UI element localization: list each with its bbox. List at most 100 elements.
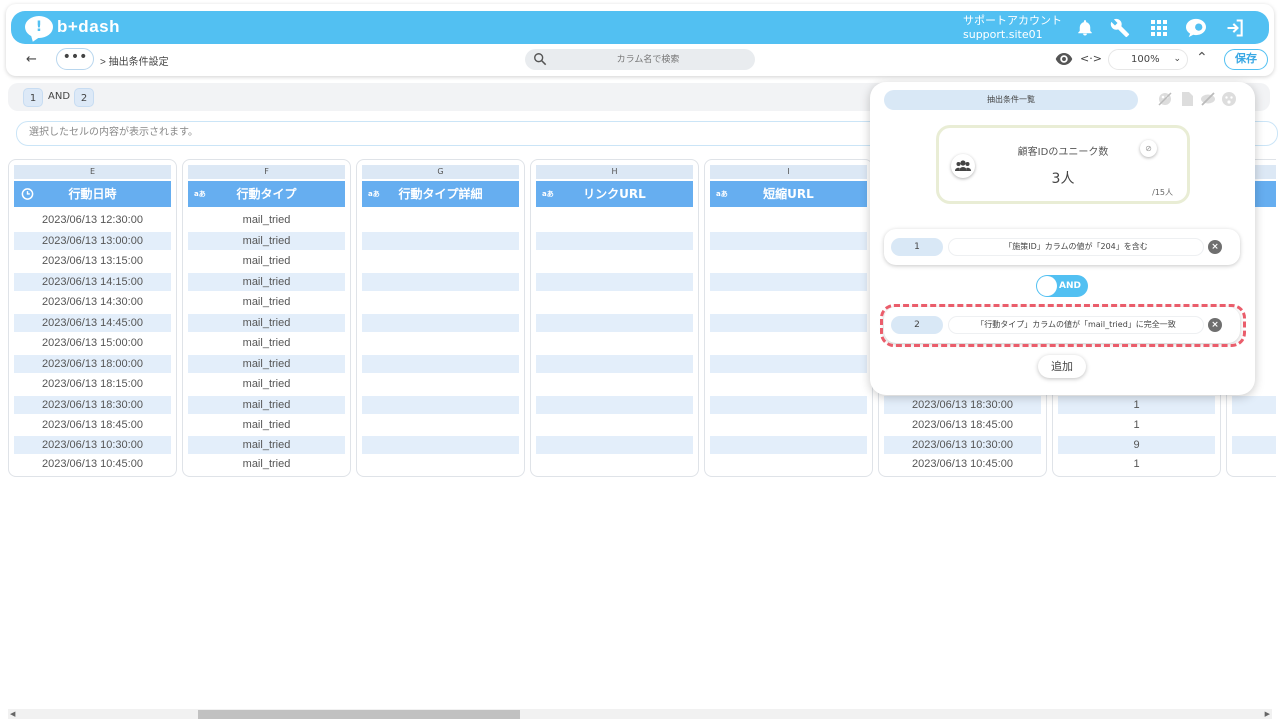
table-cell[interactable] [536, 314, 693, 332]
table-cell[interactable]: mail_tried [188, 314, 345, 332]
table-cell[interactable]: 2023/06/13 15:00:00 [14, 334, 171, 352]
zoom-select[interactable]: 100% ⌄ [1108, 49, 1188, 70]
table-cell[interactable] [536, 232, 693, 250]
table-cell[interactable]: mail_tried [188, 293, 345, 311]
table-cell[interactable]: mail_tried [188, 355, 345, 373]
table-cell[interactable]: 1 [1058, 455, 1215, 473]
table-cell[interactable]: mail_tried [188, 436, 345, 454]
column-header[interactable]: 行動日時 [14, 181, 171, 207]
column-g: G aあ 行動タイプ詳細 [356, 159, 525, 477]
table-cell[interactable] [536, 436, 693, 454]
table-cell[interactable]: 2023/06/13 18:30:00 [14, 396, 171, 414]
face-icon[interactable] [1221, 91, 1237, 107]
palette-icon[interactable] [1157, 91, 1173, 107]
table-cell[interactable] [536, 396, 693, 414]
condition-chip-2[interactable]: 2 [74, 88, 94, 107]
table-cell[interactable]: 2023/06/13 18:15:00 [14, 375, 171, 393]
table-cell[interactable]: 1 [1058, 416, 1215, 434]
eye-icon[interactable] [1055, 51, 1073, 67]
logout-icon[interactable] [1223, 16, 1247, 40]
table-cell[interactable]: mail_tried [188, 232, 345, 250]
table-cell[interactable]: mail_tried [188, 211, 345, 229]
column-letter[interactable]: E [14, 165, 171, 179]
table-cell[interactable]: 2023/06/13 18:45:00 [884, 416, 1041, 434]
table-cell[interactable]: 2023/06/13 14:30:00 [14, 293, 171, 311]
scroll-left-icon[interactable]: ◀ [10, 709, 15, 719]
grid-menu-icon[interactable] [1147, 16, 1171, 40]
conditions-list-tab[interactable]: 抽出条件一覧 [884, 90, 1138, 110]
table-cell[interactable]: 2023/06/13 10:45:00 [14, 455, 171, 473]
table-cell[interactable] [1232, 436, 1276, 454]
search-input[interactable] [553, 51, 743, 68]
column-letter[interactable]: G [362, 165, 519, 179]
column-header[interactable]: aあ 行動タイプ [188, 181, 345, 207]
table-cell[interactable] [362, 355, 519, 373]
table-cell[interactable]: 2023/06/13 13:00:00 [14, 232, 171, 250]
highlight-annotation [880, 304, 1246, 347]
column-letter[interactable]: I [710, 165, 867, 179]
table-cell[interactable] [362, 436, 519, 454]
column-header[interactable]: aあ 行動タイプ詳細 [362, 181, 519, 207]
table-cell[interactable] [710, 273, 867, 291]
table-cell[interactable]: mail_tried [188, 396, 345, 414]
table-cell[interactable] [536, 273, 693, 291]
account-info[interactable]: サポートアカウント support.site01 [963, 14, 1062, 42]
table-cell[interactable]: 9 [1058, 436, 1215, 454]
table-cell[interactable]: 1 [1058, 396, 1215, 414]
table-cell[interactable]: mail_tried [188, 416, 345, 434]
table-cell[interactable] [710, 355, 867, 373]
and-or-toggle[interactable]: AND [1036, 275, 1088, 297]
table-cell[interactable]: mail_tried [188, 375, 345, 393]
table-cell[interactable]: 2023/06/13 12:30:00 [14, 211, 171, 229]
table-cell[interactable]: 2023/06/13 14:15:00 [14, 273, 171, 291]
add-condition-button[interactable]: 追加 [1038, 355, 1086, 378]
remove-condition-icon[interactable]: × [1208, 240, 1222, 254]
bell-icon[interactable] [1073, 16, 1097, 40]
column-letter[interactable]: H [536, 165, 693, 179]
condition-text[interactable]: 「施策ID」カラムの値が「204」を含む [948, 238, 1204, 256]
condition-card-1[interactable]: 1 「施策ID」カラムの値が「204」を含む × [884, 229, 1240, 265]
table-cell[interactable] [362, 232, 519, 250]
save-button[interactable]: 保存 [1224, 49, 1268, 70]
table-cell[interactable] [710, 314, 867, 332]
table-cell[interactable] [362, 314, 519, 332]
chat-support-icon[interactable] [1184, 16, 1208, 40]
horizontal-scrollbar[interactable]: ◀ ▶ [8, 709, 1272, 719]
table-cell[interactable]: 2023/06/13 10:30:00 [14, 436, 171, 454]
table-cell[interactable]: 2023/06/13 18:45:00 [14, 416, 171, 434]
table-cell[interactable]: mail_tried [188, 252, 345, 270]
wrench-icon[interactable] [1108, 16, 1132, 40]
column-header[interactable]: aあ 短縮URL [710, 181, 867, 207]
back-button[interactable]: ← [26, 52, 37, 67]
document-icon[interactable] [1179, 91, 1195, 107]
code-toggle-icon[interactable]: <·> [1080, 52, 1102, 65]
table-cell[interactable] [536, 355, 693, 373]
table-cell[interactable]: mail_tried [188, 273, 345, 291]
table-cell[interactable] [710, 436, 867, 454]
table-cell[interactable]: 2023/06/13 18:30:00 [884, 396, 1041, 414]
more-menu-button[interactable]: ••• [56, 48, 94, 70]
scroll-right-icon[interactable]: ▶ [1265, 709, 1270, 719]
table-cell[interactable] [1232, 396, 1276, 414]
column-search[interactable] [525, 49, 755, 70]
table-cell[interactable] [710, 232, 867, 250]
scrollbar-thumb[interactable] [198, 710, 520, 719]
column-header[interactable]: aあ リンクURL [536, 181, 693, 207]
table-cell[interactable]: mail_tried [188, 334, 345, 352]
table-cell[interactable]: 2023/06/13 14:45:00 [14, 314, 171, 332]
table-cell[interactable] [362, 273, 519, 291]
condition-chip-1[interactable]: 1 [23, 88, 43, 107]
and-toggle-label: AND [1059, 281, 1081, 291]
visibility-off-icon[interactable]: ⊘ [1140, 140, 1157, 157]
table-cell[interactable]: 2023/06/13 18:00:00 [14, 355, 171, 373]
logo[interactable]: ! b+dash [25, 16, 120, 38]
column-letter[interactable]: F [188, 165, 345, 179]
table-cell[interactable]: 2023/06/13 10:30:00 [884, 436, 1041, 454]
table-cell[interactable] [710, 396, 867, 414]
table-cell[interactable]: mail_tried [188, 455, 345, 473]
table-cell[interactable] [362, 396, 519, 414]
eye-off-icon[interactable] [1200, 91, 1216, 107]
table-cell[interactable]: 2023/06/13 10:45:00 [884, 455, 1041, 473]
collapse-up-icon[interactable]: ⌃ [1196, 50, 1208, 66]
table-cell[interactable]: 2023/06/13 13:15:00 [14, 252, 171, 270]
